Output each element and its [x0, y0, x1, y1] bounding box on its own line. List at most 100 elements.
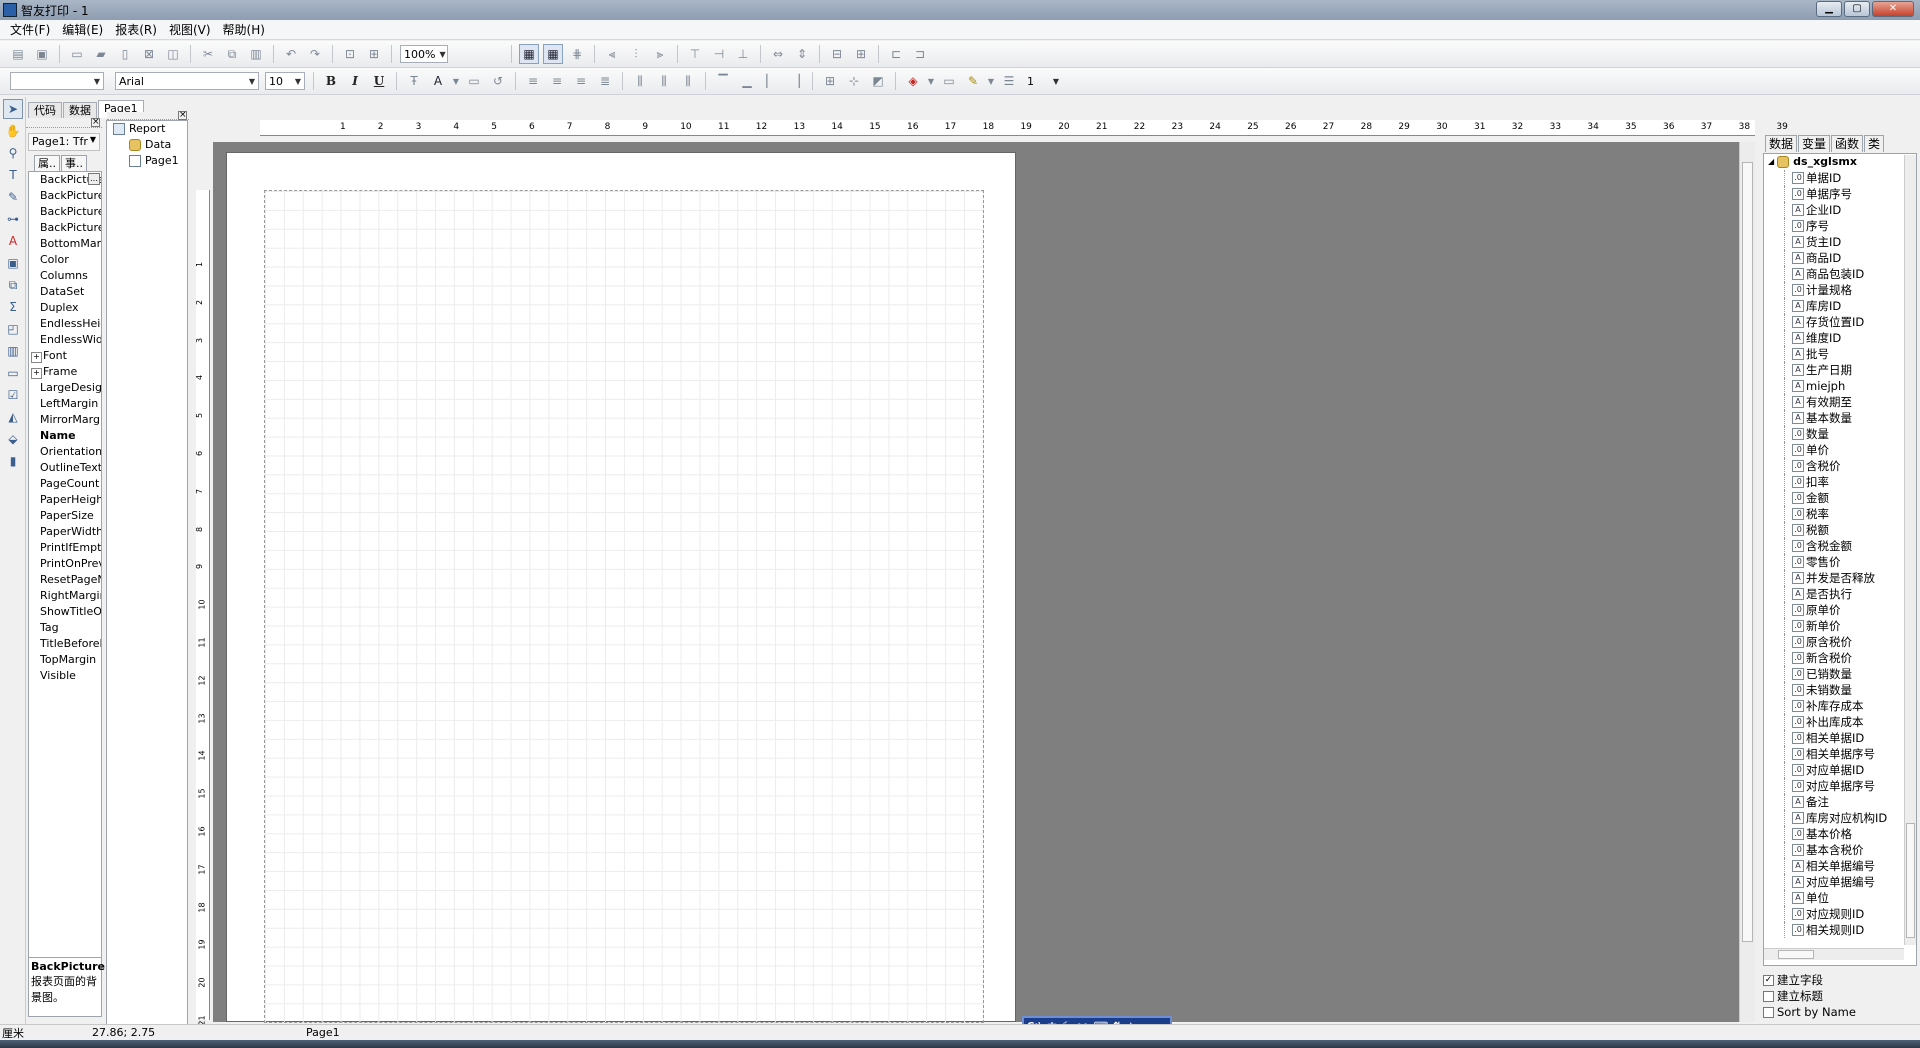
checkbox-object-icon[interactable]: ☑ [3, 385, 23, 405]
show-grid-icon[interactable]: ▦ [519, 44, 539, 64]
scrollbar-thumb[interactable] [1742, 162, 1753, 942]
property-item[interactable]: Columns [29, 268, 101, 284]
checkbox[interactable] [1763, 990, 1774, 1002]
field-item[interactable]: .0 含税金额 [1764, 538, 1916, 554]
field-item[interactable]: A 相关单据编号 [1764, 858, 1916, 874]
close-icon[interactable]: × [178, 111, 187, 120]
font-size-select[interactable]: 10 ▼ [265, 72, 305, 90]
property-item[interactable]: PaperWidth [29, 524, 101, 540]
tab-data-tree[interactable]: 数据 [1765, 135, 1798, 152]
ungroup-icon[interactable]: ⊞ [364, 44, 384, 64]
tab-data[interactable]: 数据 [63, 102, 97, 118]
property-item[interactable]: Duplex [29, 300, 101, 316]
tree-node-report[interactable]: Report [107, 121, 187, 137]
minimize-button[interactable]: ▁ [1816, 1, 1842, 17]
text-align-left-icon[interactable]: ≡ [523, 71, 543, 91]
same-width-icon[interactable]: ⊏ [886, 44, 906, 64]
tab-variables[interactable]: 变量 [1798, 135, 1831, 152]
field-item[interactable]: A 单位 [1764, 890, 1916, 906]
chevron-down-icon[interactable]: ▼ [987, 71, 995, 91]
design-workspace[interactable] [213, 142, 1739, 1023]
align-left-icon[interactable]: ⫷ [602, 44, 622, 64]
tab-properties[interactable]: 属.. [34, 155, 60, 171]
dataset-node[interactable]: ◢ ds_xglsmx [1764, 154, 1916, 170]
text-align-center-icon[interactable]: ≡ [547, 71, 567, 91]
workspace-scrollbar[interactable] [1739, 142, 1755, 1022]
open-icon[interactable]: ▰ [91, 44, 111, 64]
property-item[interactable]: BackPicture… [29, 172, 101, 188]
field-item[interactable]: A 是否执行 [1764, 586, 1916, 602]
ole-object-icon[interactable]: ⬙ [3, 429, 23, 449]
field-item[interactable]: .0 单据ID [1764, 170, 1916, 186]
text-align-right-icon[interactable]: ≡ [571, 71, 591, 91]
property-item[interactable]: Orientation [29, 444, 101, 460]
property-item[interactable]: ResetPageN [29, 572, 101, 588]
underline-button[interactable]: U [369, 71, 389, 91]
center-vertical-icon[interactable]: ⊞ [851, 44, 871, 64]
field-item[interactable]: Amiejph [1764, 378, 1916, 394]
align-middle-icon[interactable]: ⊣ [709, 44, 729, 64]
property-item[interactable]: RightMargin [29, 588, 101, 604]
field-item[interactable]: .0 对应规则ID [1764, 906, 1916, 922]
align-grid-icon[interactable]: ▦ [543, 44, 563, 64]
field-item[interactable]: .0 补出库成本 [1764, 714, 1916, 730]
rich-text-icon[interactable]: ◭ [3, 407, 23, 427]
text-justify-icon[interactable]: ≣ [595, 71, 615, 91]
field-item[interactable]: .0 零售价 [1764, 554, 1916, 570]
field-item[interactable]: .0 补库存成本 [1764, 698, 1916, 714]
frame-color-icon[interactable]: ▭ [939, 71, 959, 91]
property-item[interactable]: DataSet [29, 284, 101, 300]
menu-file[interactable]: 文件(F) [4, 21, 56, 38]
field-item[interactable]: .0 税额 [1764, 522, 1916, 538]
field-item[interactable]: .0 数量 [1764, 426, 1916, 442]
property-item[interactable]: ShowTitleOn [29, 604, 101, 620]
line-object-icon[interactable]: ◰ [3, 319, 23, 339]
field-item[interactable]: .0 单价 [1764, 442, 1916, 458]
data-tree-scrollbar[interactable] [1904, 155, 1916, 945]
panel-grip[interactable]: × [26, 118, 102, 128]
line-color-icon[interactable]: ✎ [963, 71, 983, 91]
property-item[interactable]: EndlessHeight [29, 316, 101, 332]
field-item[interactable]: .0 相关规则ID [1764, 922, 1916, 938]
field-item[interactable]: A 生产日期 [1764, 362, 1916, 378]
checkbox-checked[interactable]: ✓ [1763, 974, 1774, 986]
band-tool-icon[interactable]: ⊶ [3, 209, 23, 229]
property-item[interactable]: TopMargin [29, 652, 101, 668]
field-item[interactable]: A 基本数量 [1764, 410, 1916, 426]
zoom-tool-icon[interactable]: ⚲ [3, 143, 23, 163]
tab-code[interactable]: 代码 [28, 102, 62, 118]
chart-object-icon[interactable]: ▥ [3, 341, 23, 361]
property-item[interactable]: BackPictureF [29, 188, 101, 204]
chevron-down-icon[interactable]: ▼ [452, 71, 460, 91]
hand-tool-icon[interactable]: ✋ [3, 121, 23, 141]
text-object-icon[interactable]: A [3, 231, 23, 251]
frame-right-icon[interactable]: ▕ [785, 71, 805, 91]
menu-report[interactable]: 报表(R) [109, 21, 163, 38]
property-item[interactable]: TitleBeforeH [29, 636, 101, 652]
font-name-select[interactable]: Arial ▼ [115, 72, 259, 90]
field-item[interactable]: A 存货位置ID [1764, 314, 1916, 330]
property-item[interactable]: Tag [29, 620, 101, 636]
tree-node-page1[interactable]: Page1 [107, 153, 187, 169]
align-center-icon[interactable]: ⫶ [626, 44, 646, 64]
style-select[interactable]: ▼ [10, 72, 104, 90]
shadow-icon[interactable]: ◩ [868, 71, 888, 91]
frame-top-icon[interactable]: ▔ [713, 71, 733, 91]
copy-icon[interactable]: ⧉ [222, 44, 242, 64]
field-item[interactable]: A 商品包装ID [1764, 266, 1916, 282]
checkbox[interactable] [1763, 1006, 1774, 1018]
property-item[interactable]: OutlineText [29, 460, 101, 476]
page-grid[interactable] [264, 190, 984, 1023]
property-item[interactable]: Font [29, 348, 101, 364]
property-item[interactable]: BackPictureV [29, 220, 101, 236]
field-item[interactable]: A 维度ID [1764, 330, 1916, 346]
undo-icon[interactable]: ↶ [281, 44, 301, 64]
create-field-option[interactable]: ✓ 建立字段 [1763, 972, 1913, 988]
tree-node-data[interactable]: Data [107, 137, 187, 153]
paste-icon[interactable]: ▥ [246, 44, 266, 64]
field-item[interactable]: A 并发是否释放 [1764, 570, 1916, 586]
field-item[interactable]: .0 扣率 [1764, 474, 1916, 490]
data-tree-hscrollbar[interactable] [1764, 948, 1904, 960]
close-icon[interactable]: × [91, 118, 100, 127]
field-item[interactable]: .0 已销数量 [1764, 666, 1916, 682]
